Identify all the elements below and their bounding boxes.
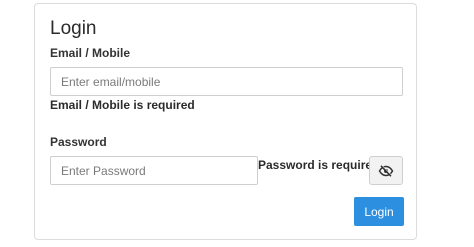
password-error-message: Password is required (258, 158, 380, 172)
password-field[interactable] (50, 156, 258, 185)
password-label: Password (50, 135, 107, 149)
eye-slash-icon (378, 164, 394, 177)
page-title: Login (50, 18, 97, 39)
email-error-message: Email / Mobile is required (50, 98, 195, 112)
email-label: Email / Mobile (50, 46, 131, 60)
login-button[interactable]: Login (354, 197, 404, 226)
email-field[interactable] (50, 67, 403, 96)
toggle-password-visibility-button[interactable] (369, 156, 403, 185)
